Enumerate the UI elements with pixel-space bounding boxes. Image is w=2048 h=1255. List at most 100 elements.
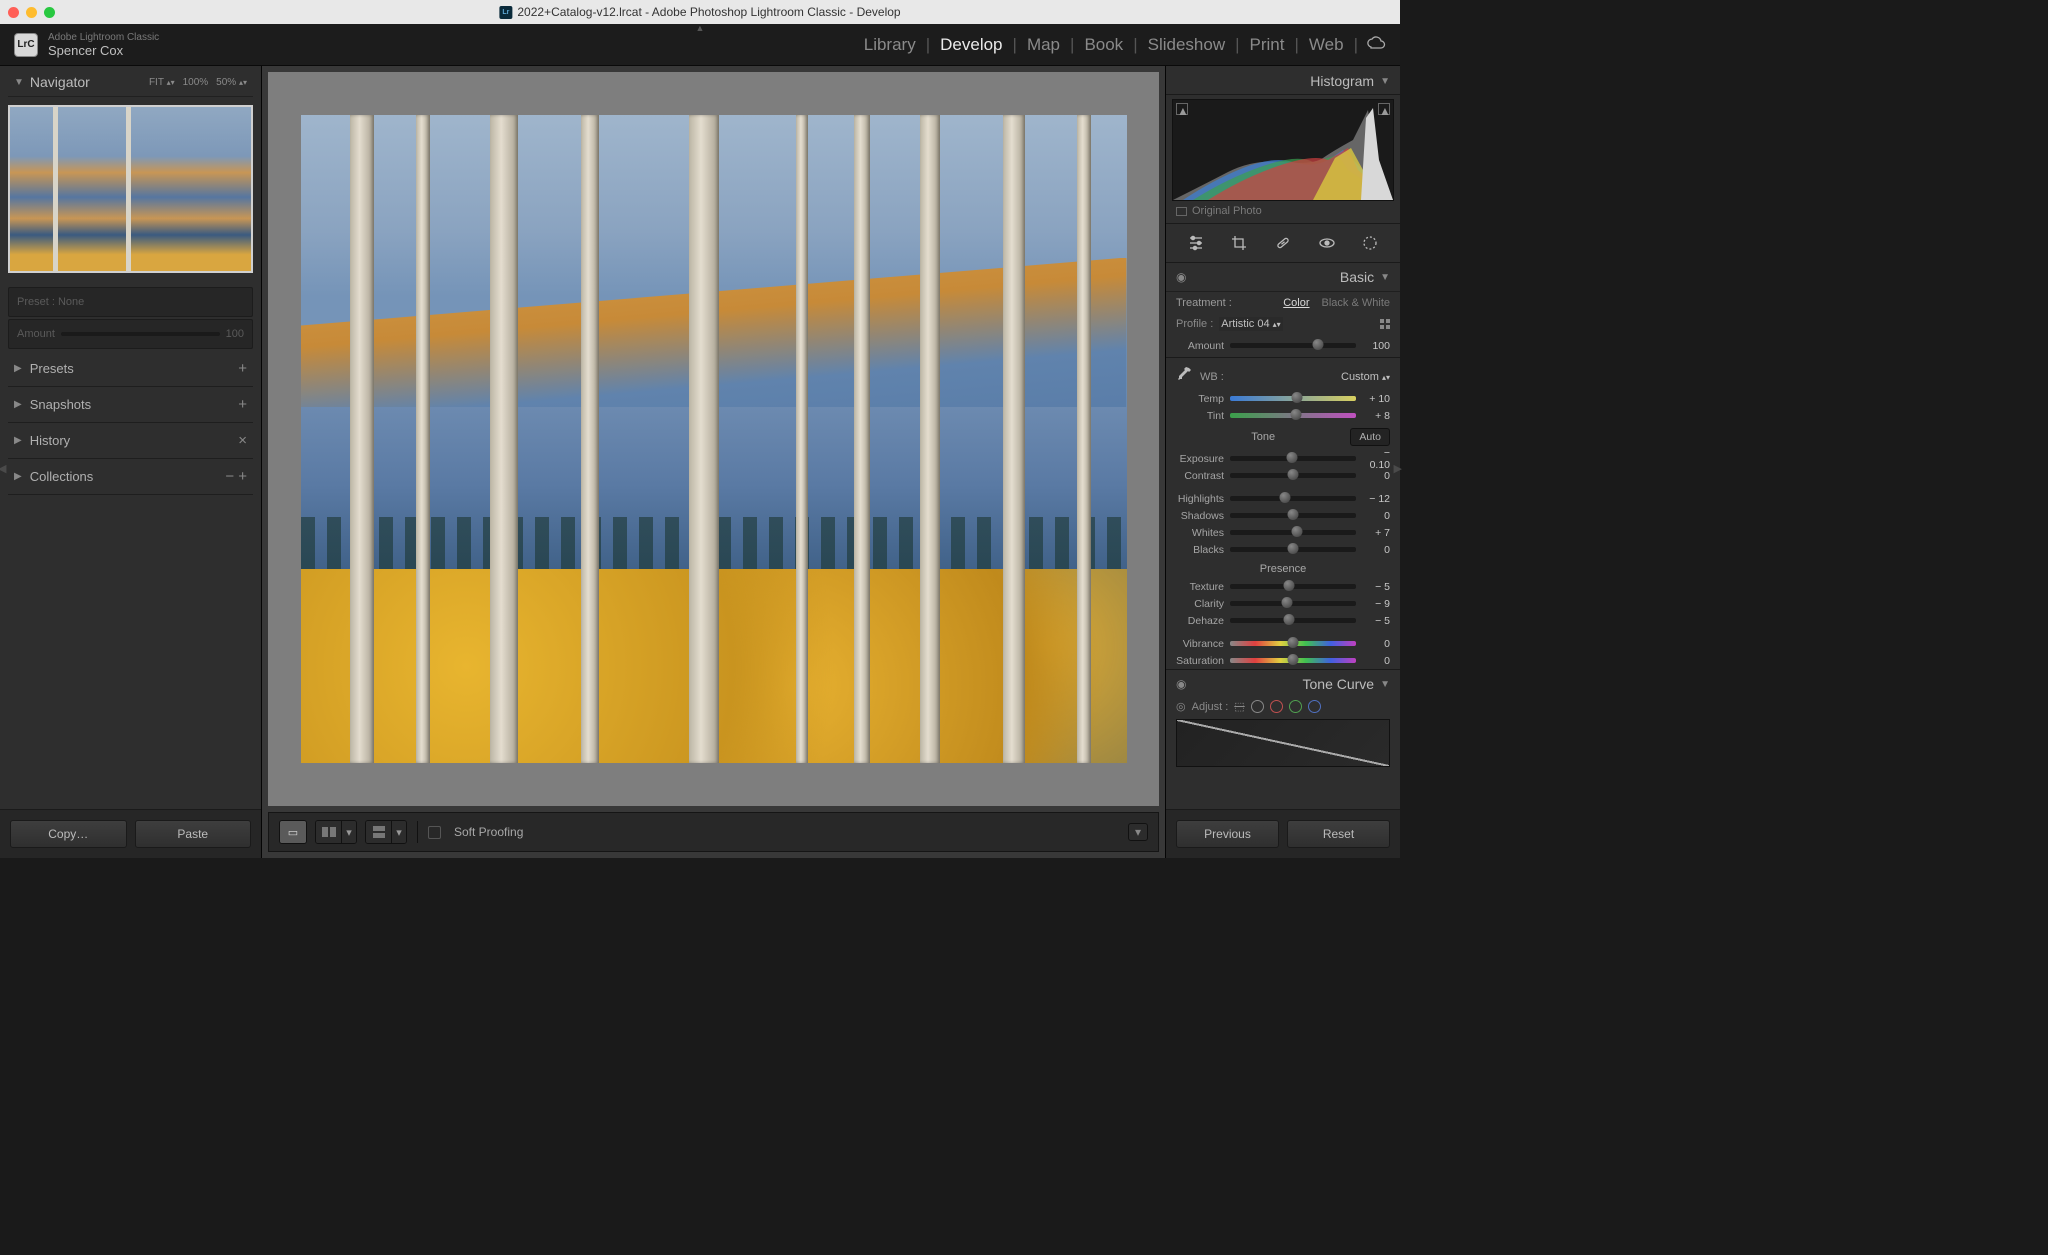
blacks-slider[interactable]: Blacks0: [1166, 541, 1400, 558]
image-canvas-wrap: [268, 72, 1159, 806]
identity-plate[interactable]: LrC Adobe Lightroom Classic Spencer Cox: [14, 32, 159, 58]
tone-curve-header[interactable]: ◉ Tone Curve▼: [1166, 669, 1400, 696]
vibrance-slider[interactable]: Vibrance0: [1166, 635, 1400, 652]
module-print[interactable]: Print: [1240, 35, 1295, 55]
macos-titlebar: Lr 2022+Catalog-v12.lrcat - Adobe Photos…: [0, 0, 1400, 24]
disclosure-right-icon: ▶: [14, 399, 22, 410]
app-icon: Lr: [499, 6, 512, 19]
reset-button[interactable]: Reset: [1287, 820, 1390, 848]
history-panel-header[interactable]: ▶History ×: [8, 423, 253, 459]
lrc-logo-icon: LrC: [14, 33, 38, 57]
profile-label: Profile :: [1176, 318, 1213, 330]
panel-toggle-icon[interactable]: ◉: [1176, 270, 1186, 284]
cloud-sync-icon[interactable]: [1366, 35, 1386, 55]
profile-select[interactable]: Artistic 04 ▴▾: [1219, 317, 1282, 331]
treatment-bw[interactable]: Black & White: [1322, 297, 1390, 309]
module-web[interactable]: Web: [1299, 35, 1354, 55]
tint-slider[interactable]: Tint+ 8: [1166, 407, 1400, 424]
develop-toolbar: ▭ ▾ ▾ Soft Proofing ▾: [268, 812, 1159, 852]
curve-blue-button[interactable]: [1308, 700, 1321, 713]
original-photo-toggle[interactable]: Original Photo: [1166, 201, 1400, 224]
curve-green-button[interactable]: [1289, 700, 1302, 713]
module-library[interactable]: Library: [854, 35, 926, 55]
zoom-fit[interactable]: FIT ▴▾: [149, 77, 175, 88]
previous-button[interactable]: Previous: [1176, 820, 1279, 848]
saturation-slider[interactable]: Saturation0: [1166, 652, 1400, 669]
identity-module-bar: ▲ LrC Adobe Lightroom Classic Spencer Co…: [0, 24, 1400, 66]
center-view: ▭ ▾ ▾ Soft Proofing ▾: [262, 66, 1165, 858]
left-panel-collapse-icon[interactable]: ◀: [0, 462, 6, 475]
redeye-icon[interactable]: [1316, 232, 1338, 254]
texture-slider[interactable]: Texture− 5: [1166, 578, 1400, 595]
curve-red-button[interactable]: [1270, 700, 1283, 713]
paste-settings-button[interactable]: Paste: [135, 820, 252, 848]
navigator-title: Navigator: [30, 74, 90, 90]
image-canvas[interactable]: [301, 115, 1127, 763]
temp-slider[interactable]: Temp+ 10: [1166, 390, 1400, 407]
presets-panel-header[interactable]: ▶Presets +: [8, 351, 253, 387]
healing-icon[interactable]: [1272, 232, 1294, 254]
adjust-label: Adjust :: [1192, 701, 1229, 713]
app-name-label: Adobe Lightroom Classic: [48, 32, 159, 43]
before-after-menu-button[interactable]: ▾: [342, 821, 356, 843]
crop-icon[interactable]: [1228, 232, 1250, 254]
window-close-button[interactable]: [8, 7, 19, 18]
contrast-slider[interactable]: Contrast0: [1166, 467, 1400, 484]
histogram-display[interactable]: ▲ ▲: [1172, 99, 1394, 201]
soft-proofing-checkbox[interactable]: [428, 826, 441, 839]
navigator-thumbnail[interactable]: [8, 105, 253, 273]
module-slideshow[interactable]: Slideshow: [1138, 35, 1236, 55]
toolbar-contents-menu[interactable]: ▾: [1128, 823, 1148, 841]
dehaze-slider[interactable]: Dehaze− 5: [1166, 612, 1400, 629]
masking-icon[interactable]: [1359, 232, 1381, 254]
user-name-label: Spencer Cox: [48, 43, 159, 58]
whites-slider[interactable]: Whites+ 7: [1166, 524, 1400, 541]
wb-preset-select[interactable]: Custom ▴▾: [1341, 371, 1390, 383]
zoom-50[interactable]: 50% ▴▾: [216, 77, 247, 88]
edit-sliders-icon[interactable]: [1185, 232, 1207, 254]
wb-label: WB :: [1200, 371, 1224, 383]
auto-tone-button[interactable]: Auto: [1350, 428, 1390, 446]
add-snapshot-icon[interactable]: +: [238, 396, 247, 413]
highlights-slider[interactable]: Highlights− 12: [1166, 490, 1400, 507]
module-book[interactable]: Book: [1074, 35, 1133, 55]
module-map[interactable]: Map: [1017, 35, 1070, 55]
clear-history-icon[interactable]: ×: [238, 432, 247, 449]
zoom-100[interactable]: 100%: [183, 77, 209, 88]
right-panel-collapse-icon[interactable]: ▶: [1394, 462, 1402, 475]
before-after-tb-button[interactable]: [366, 821, 392, 843]
window-zoom-button[interactable]: [44, 7, 55, 18]
navigator-header[interactable]: ▼Navigator FIT ▴▾ 100% 50% ▴▾: [8, 66, 253, 97]
before-after-lr-button[interactable]: [316, 821, 342, 843]
shadows-slider[interactable]: Shadows0: [1166, 507, 1400, 524]
profile-browser-icon[interactable]: [1380, 319, 1390, 329]
add-preset-icon[interactable]: +: [238, 360, 247, 377]
loupe-view-button[interactable]: ▭: [280, 821, 306, 843]
profile-amount-slider[interactable]: Amount 100: [1166, 337, 1400, 354]
curve-param-icon[interactable]: ⬚: [1234, 700, 1244, 713]
clarity-slider[interactable]: Clarity− 9: [1166, 595, 1400, 612]
before-after-tb-menu-button[interactable]: ▾: [392, 821, 406, 843]
tone-curve-graph[interactable]: [1176, 719, 1390, 767]
wb-eyedropper-icon[interactable]: [1176, 367, 1192, 386]
curve-rgb-button[interactable]: [1251, 700, 1264, 713]
window-minimize-button[interactable]: [26, 7, 37, 18]
tone-curve-adjust-row: ◎ Adjust : ⬚: [1166, 696, 1400, 717]
white-balance-row: WB : Custom ▴▾: [1166, 361, 1400, 390]
collections-panel-header[interactable]: ▶Collections − +: [8, 459, 253, 495]
histogram-header[interactable]: Histogram▼: [1166, 66, 1400, 95]
basic-panel-header[interactable]: ◉ Basic▼: [1166, 263, 1400, 291]
tone-section-label: Tone: [1251, 431, 1275, 443]
left-panel: ▼Navigator FIT ▴▾ 100% 50% ▴▾ Preset : N…: [0, 66, 262, 858]
treatment-color[interactable]: Color: [1283, 297, 1309, 309]
collections-actions-icon[interactable]: − +: [225, 468, 247, 485]
panel-toggle-icon[interactable]: ◉: [1176, 677, 1186, 691]
profile-row: Profile : Artistic 04 ▴▾: [1166, 314, 1400, 337]
snapshots-panel-header[interactable]: ▶Snapshots +: [8, 387, 253, 423]
disclosure-right-icon: ▶: [14, 363, 22, 374]
exposure-slider[interactable]: Exposure− 0.10: [1166, 450, 1400, 467]
panel-collapse-top-icon[interactable]: ▲: [696, 23, 705, 33]
copy-settings-button[interactable]: Copy…: [10, 820, 127, 848]
module-develop[interactable]: Develop: [930, 35, 1012, 55]
target-adjust-icon[interactable]: ◎: [1176, 700, 1186, 713]
